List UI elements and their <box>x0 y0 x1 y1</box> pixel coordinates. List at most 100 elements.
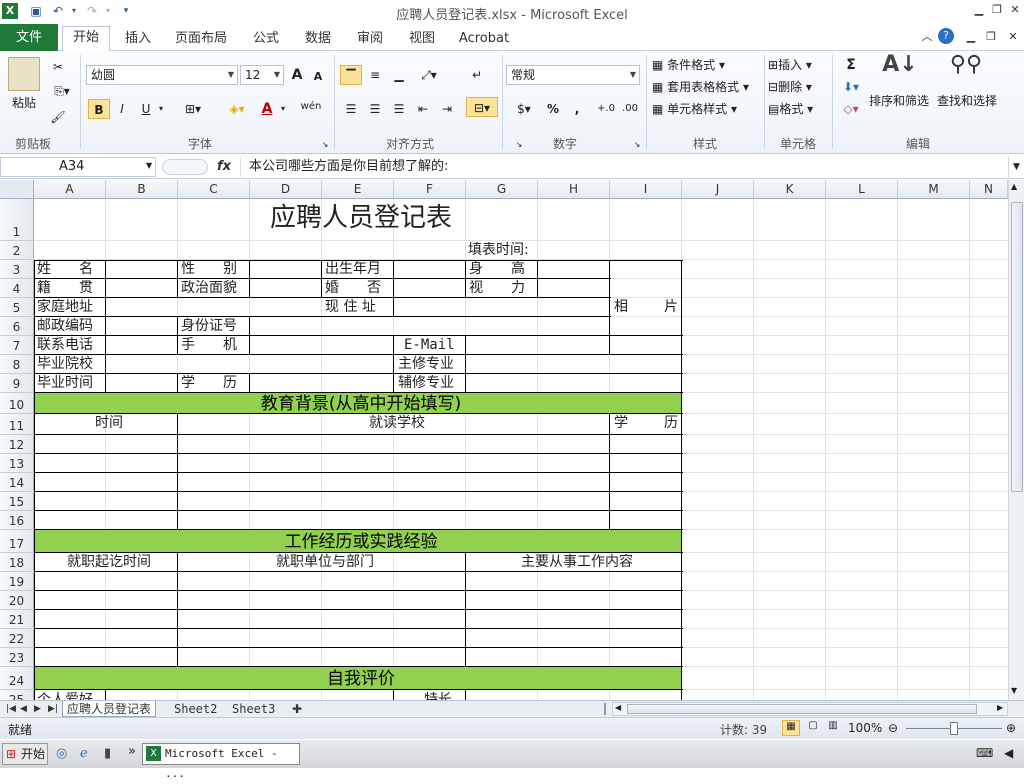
row-header[interactable]: 17 <box>0 530 34 553</box>
row-header[interactable]: 22 <box>0 629 34 648</box>
find-select-button[interactable]: 查找和选择 <box>932 91 1002 111</box>
number-format-select[interactable]: 常规 ▼ <box>506 65 640 85</box>
font-size-select[interactable]: 12 ▼ <box>240 65 284 85</box>
font-color-button[interactable]: A <box>256 99 278 119</box>
format-cells-button[interactable]: ▤格式 ▾ <box>768 99 830 119</box>
keyboard-icon[interactable]: ⌨ <box>976 746 993 760</box>
tab-acrobat[interactable]: Acrobat <box>454 28 514 50</box>
orientation-icon[interactable]: ⤢▾ <box>414 65 444 85</box>
row-header[interactable]: 20 <box>0 591 34 610</box>
italic-button[interactable]: I <box>112 99 132 119</box>
column-header[interactable]: G <box>466 180 538 199</box>
prev-sheet-icon[interactable]: ◀ <box>16 701 31 717</box>
sheet-tab-sheet3[interactable]: Sheet3 <box>228 701 279 717</box>
row-header[interactable]: 18 <box>0 553 34 572</box>
tab-data[interactable]: 数据 <box>296 28 340 50</box>
row-header[interactable]: 13 <box>0 454 34 473</box>
row-header[interactable]: 16 <box>0 511 34 530</box>
copy-icon[interactable]: ⎘▾ <box>48 81 76 101</box>
zoom-out-icon[interactable]: ⊖ <box>888 721 898 735</box>
decrease-indent-icon[interactable]: ⇤ <box>412 99 434 119</box>
align-right-icon[interactable]: ☰ <box>388 99 410 119</box>
decrease-decimal-icon[interactable]: .00 <box>620 99 640 119</box>
row-header[interactable]: 4 <box>0 279 34 298</box>
workbook-minimize-icon[interactable]: ▁ <box>962 29 980 45</box>
font-dialog-launcher-icon[interactable]: ↘ <box>320 135 330 155</box>
increase-decimal-icon[interactable]: +.0 <box>596 99 616 119</box>
tab-review[interactable]: 审阅 <box>348 28 392 50</box>
grow-font-button[interactable]: A <box>288 65 306 85</box>
page-layout-view-icon[interactable]: ▢ <box>804 720 822 736</box>
align-middle-icon[interactable]: ≡ <box>364 65 386 85</box>
help-icon[interactable]: ? <box>938 28 954 44</box>
row-header[interactable]: 1 <box>0 199 34 241</box>
close-icon[interactable]: ✕ <box>1006 2 1024 18</box>
row-header[interactable]: 9 <box>0 374 34 393</box>
fill-icon[interactable]: ⬇▾ <box>838 77 864 97</box>
column-header[interactable]: K <box>754 180 826 199</box>
vertical-scrollbar[interactable]: ▲ ▼ <box>1008 180 1024 700</box>
ie-icon[interactable]: ℯ <box>80 746 88 761</box>
scroll-left-icon[interactable]: ◀ <box>615 703 621 712</box>
align-top-icon[interactable]: ▔ <box>340 65 362 85</box>
binoculars-icon[interactable]: ⚲⚲ <box>946 54 986 89</box>
align-left-icon[interactable]: ☰ <box>340 99 362 119</box>
autosum-button[interactable]: Σ <box>838 55 864 75</box>
horizontal-scrollbar[interactable]: ◀ ▶ <box>612 702 1008 716</box>
next-sheet-icon[interactable]: ▶ <box>30 701 45 717</box>
sheet-tab-active[interactable]: 应聘人员登记表 <box>62 701 157 717</box>
row-header[interactable]: 21 <box>0 610 34 629</box>
tab-page-layout[interactable]: 页面布局 <box>170 28 232 50</box>
collapse-ribbon-icon[interactable]: ︿ <box>918 29 936 45</box>
tab-view[interactable]: 视图 <box>400 28 444 50</box>
underline-dropdown-icon[interactable]: ▾ <box>156 99 166 119</box>
page-break-view-icon[interactable]: ▥ <box>824 720 842 736</box>
workbook-restore-icon[interactable]: ❐ <box>982 29 1000 45</box>
column-header[interactable]: E <box>322 180 394 199</box>
restore-icon[interactable]: ❐ <box>988 2 1006 18</box>
insert-sheet-icon[interactable]: ✚ <box>288 701 306 717</box>
column-header[interactable]: A <box>34 180 106 199</box>
column-header[interactable]: N <box>970 180 1008 199</box>
vertical-scroll-thumb[interactable] <box>1011 202 1023 492</box>
row-header[interactable]: 24 <box>0 667 34 690</box>
underline-button[interactable]: U <box>136 99 156 119</box>
zoom-in-icon[interactable]: ⊕ <box>1006 721 1016 735</box>
row-header[interactable]: 10 <box>0 393 34 414</box>
scroll-down-icon[interactable]: ▼ <box>1011 686 1017 695</box>
fill-color-icon[interactable]: ◈▾ <box>222 99 252 119</box>
volume-icon[interactable]: ◀ <box>1004 746 1013 760</box>
cut-icon[interactable]: ✂ <box>48 57 68 77</box>
wrap-text-icon[interactable]: ↵ <box>466 65 488 85</box>
scroll-up-icon[interactable]: ▲ <box>1011 182 1017 191</box>
row-header[interactable]: 14 <box>0 473 34 492</box>
row-header[interactable]: 23 <box>0 648 34 667</box>
sheet-tab-sheet2[interactable]: Sheet2 <box>170 701 221 717</box>
row-header[interactable]: 15 <box>0 492 34 511</box>
number-dialog-launcher-icon[interactable]: ↘ <box>632 135 642 155</box>
percent-button[interactable]: % <box>544 99 562 119</box>
media-icon[interactable]: ▮ <box>104 746 111 761</box>
zoom-slider-thumb[interactable] <box>950 722 958 735</box>
column-header[interactable]: F <box>394 180 466 199</box>
normal-view-icon[interactable]: ▦ <box>782 720 800 736</box>
sort-filter-icon[interactable]: A↓ <box>880 54 920 89</box>
formula-bar-resize-handle[interactable] <box>162 159 208 175</box>
conditional-format-button[interactable]: ▦ 条件格式 ▾ <box>652 55 764 75</box>
desktop-icon[interactable]: ◎ <box>56 746 67 761</box>
tab-home[interactable]: 开始 <box>62 26 110 52</box>
shrink-font-button[interactable]: A <box>310 67 326 87</box>
column-header[interactable]: J <box>682 180 754 199</box>
column-header[interactable]: D <box>250 180 322 199</box>
workbook-close-icon[interactable]: ✕ <box>1004 29 1022 45</box>
insert-cells-button[interactable]: ⊞插入 ▾ <box>768 55 830 75</box>
taskbar-overflow-icon[interactable]: » <box>128 744 136 759</box>
row-header[interactable]: 12 <box>0 435 34 454</box>
phonetic-button[interactable]: wén <box>296 97 326 117</box>
row-header[interactable]: 5 <box>0 298 34 317</box>
bold-button[interactable]: B <box>88 99 110 119</box>
column-header[interactable]: L <box>826 180 898 199</box>
tab-file[interactable]: 文件 <box>0 24 58 51</box>
row-header[interactable]: 8 <box>0 355 34 374</box>
borders-icon[interactable]: ⊞▾ <box>178 99 208 119</box>
